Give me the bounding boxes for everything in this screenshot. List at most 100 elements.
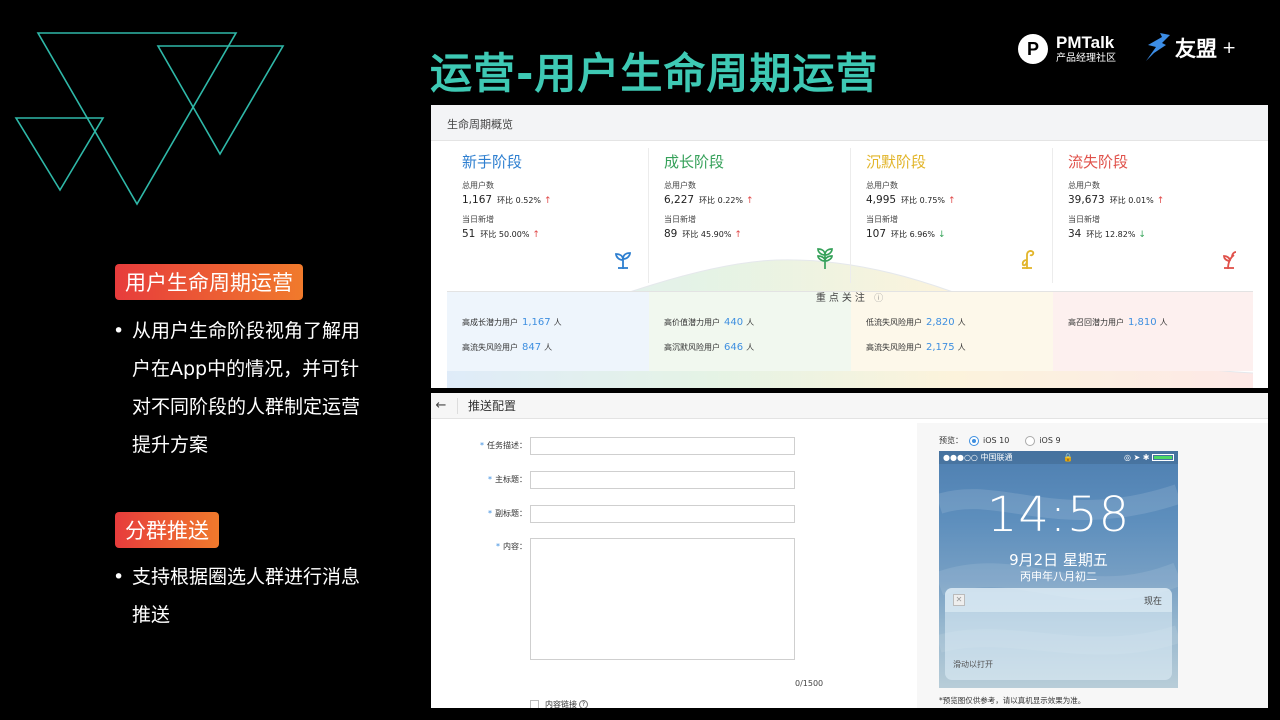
focus-item[interactable]: 高流失风险用户 847 人 xyxy=(462,342,552,353)
new-compare: 环比 45.90% xyxy=(682,230,732,239)
new-value: 34 xyxy=(1068,228,1082,240)
new-label: 当日新增 xyxy=(664,215,696,224)
header-divider xyxy=(457,397,458,414)
push-title: 推送配置 xyxy=(468,399,517,413)
new-label: 当日新增 xyxy=(1068,215,1100,224)
focus-item[interactable]: 高流失风险用户 2,175 人 xyxy=(866,342,966,353)
checkbox-box[interactable] xyxy=(530,700,539,708)
phone-date: 9月2日 星期五 xyxy=(1009,551,1108,569)
focus-label: 高召回潜力用户 xyxy=(1068,318,1124,327)
stage-name: 沉默阶段 xyxy=(866,153,927,171)
status-icons: ◎ ➤ ✱ xyxy=(1123,453,1150,462)
ios10-label: iOS 10 xyxy=(983,436,1010,445)
notification-time: 现在 xyxy=(1143,596,1162,607)
content-link-checkbox[interactable]: 内容链接 ? xyxy=(530,699,588,708)
help-icon[interactable]: ? xyxy=(579,700,588,708)
focus-title-text: 重点关注 xyxy=(815,293,868,304)
focus-item[interactable]: 高沉默风险用户 646 人 xyxy=(664,342,754,353)
new-compare: 环比 12.82% xyxy=(1086,230,1136,239)
section-badge-lifecycle: 用户生命周期运营 xyxy=(115,264,303,300)
focus-value: 440 xyxy=(724,317,744,328)
new-label: 当日新增 xyxy=(462,215,494,224)
preview-toggle: 预览： iOS 10 iOS 9 xyxy=(939,435,1061,446)
focus-label: 高价值潜力用户 xyxy=(664,318,720,327)
required-mark: * xyxy=(488,475,492,484)
ios9-label: iOS 9 xyxy=(1039,436,1061,445)
arrow-up-icon: ↑ xyxy=(734,230,742,240)
sub-title-label: 副标题： xyxy=(495,509,527,518)
arrow-up-icon: ↑ xyxy=(1156,196,1165,206)
sprout-icon xyxy=(615,252,631,269)
push-form: * 任务描述： * 主标题： * 副标题： * 内容： 0/1500 内容链接 ? xyxy=(435,423,915,708)
main-title-label: 主标题： xyxy=(495,475,527,484)
total-compare: 环比 0.22% xyxy=(699,196,744,205)
total-label: 总用户数 xyxy=(462,181,494,190)
focus-label: 高沉默风险用户 xyxy=(664,343,720,352)
total-label: 总用户数 xyxy=(866,181,898,190)
pmtalk-sub: 产品经理社区 xyxy=(1056,53,1116,64)
task-input[interactable] xyxy=(530,437,795,455)
content-label: 内容： xyxy=(503,542,527,551)
focus-unit: 人 xyxy=(746,343,755,352)
total-compare: 环比 0.75% xyxy=(901,196,946,205)
ios9-radio[interactable] xyxy=(1025,435,1036,446)
bullet-dot: • xyxy=(113,320,125,342)
section-badge-push: 分群推送 xyxy=(115,512,219,548)
arrow-up-icon: ↑ xyxy=(746,196,754,206)
focus-title: 重点关注 ⓘ xyxy=(431,289,1268,304)
carrier-text: ●●●○○ 中国联通 xyxy=(943,453,1013,462)
drooping-plant-icon xyxy=(1021,250,1035,269)
focus-item[interactable]: 高召回潜力用户 1,810 人 xyxy=(1068,317,1168,328)
arrow-down-icon: ↓ xyxy=(938,230,946,240)
notification-card[interactable]: ✕ 现在 滑动以打开 xyxy=(945,588,1172,680)
focus-label: 低流失风险用户 xyxy=(866,318,922,327)
push-bullet: • 支持根据圈选人群进行消息推送 xyxy=(113,558,373,634)
slide-to-open: 滑动以打开 xyxy=(953,660,993,669)
sub-title-input[interactable] xyxy=(530,505,795,523)
task-label: 任务描述： xyxy=(487,441,527,450)
arrow-up-icon: ↑ xyxy=(948,196,956,206)
focus-label: 高流失风险用户 xyxy=(462,343,518,352)
back-arrow-icon[interactable]: ← xyxy=(431,398,451,413)
lock-icon: 🔒 xyxy=(1063,453,1074,462)
focus-unit: 人 xyxy=(957,343,966,352)
focus-value: 2,175 xyxy=(926,342,955,353)
main-title-input[interactable] xyxy=(530,471,795,489)
lifecycle-panel: 生命周期概览 新手阶段 总用户数 1,167 环比 0.52% ↑ 当日新增 51 环… xyxy=(431,105,1268,388)
lifecycle-header: 生命周期概览 xyxy=(431,105,1268,141)
total-label: 总用户数 xyxy=(664,181,696,190)
phone-status-bar: ●●●○○ 中国联通 🔒 ◎ ➤ ✱ xyxy=(939,451,1178,464)
arrow-up-icon: ↑ xyxy=(544,196,552,206)
content-textarea[interactable] xyxy=(530,538,795,660)
focus-unit: 人 xyxy=(957,318,966,327)
total-compare: 环比 0.01% xyxy=(1109,196,1154,205)
phone-lunar-date: 丙申年八月初二 xyxy=(1020,570,1097,583)
ios10-radio[interactable] xyxy=(969,435,979,446)
focus-label: 高成长潜力用户 xyxy=(462,318,518,327)
new-compare: 环比 6.96% xyxy=(891,230,936,239)
total-compare: 环比 0.52% xyxy=(497,196,542,205)
total-label: 总用户数 xyxy=(1068,181,1100,190)
push-config-panel: ← 推送配置 * 任务描述： * 主标题： * 副标题： * 内容： 0/1500 内容… xyxy=(431,393,1268,708)
new-compare: 环比 50.00% xyxy=(480,230,530,239)
arrow-down-icon: ↓ xyxy=(1138,230,1146,240)
total-value: 1,167 xyxy=(462,194,493,206)
new-label: 当日新增 xyxy=(866,215,898,224)
focus-item[interactable]: 高成长潜力用户 1,167 人 xyxy=(462,317,562,328)
plant-icon xyxy=(817,248,833,269)
required-mark: * xyxy=(480,441,484,450)
preview-note: *预览图仅供参考，请以真机显示效果为准。 xyxy=(939,696,1086,705)
new-value: 89 xyxy=(664,228,678,240)
info-icon[interactable]: ⓘ xyxy=(874,294,883,304)
lifecycle-bullet: • 从用户生命阶段视角了解用户在App中的情况，并可针对不同阶段的人群制定运营提… xyxy=(113,312,373,464)
focus-item[interactable]: 低流失风险用户 2,820 人 xyxy=(866,317,966,328)
push-header: ← 推送配置 xyxy=(431,393,1268,419)
focus-unit: 人 xyxy=(746,318,755,327)
focus-item[interactable]: 高价值潜力用户 440 人 xyxy=(664,317,754,328)
stage-name: 流失阶段 xyxy=(1068,153,1129,171)
char-counter: 0/1500 xyxy=(795,679,824,688)
total-value: 6,227 xyxy=(664,194,695,206)
focus-value: 847 xyxy=(522,342,542,353)
required-mark: * xyxy=(488,509,492,518)
pmtalk-mark-icon: P xyxy=(1018,34,1048,64)
